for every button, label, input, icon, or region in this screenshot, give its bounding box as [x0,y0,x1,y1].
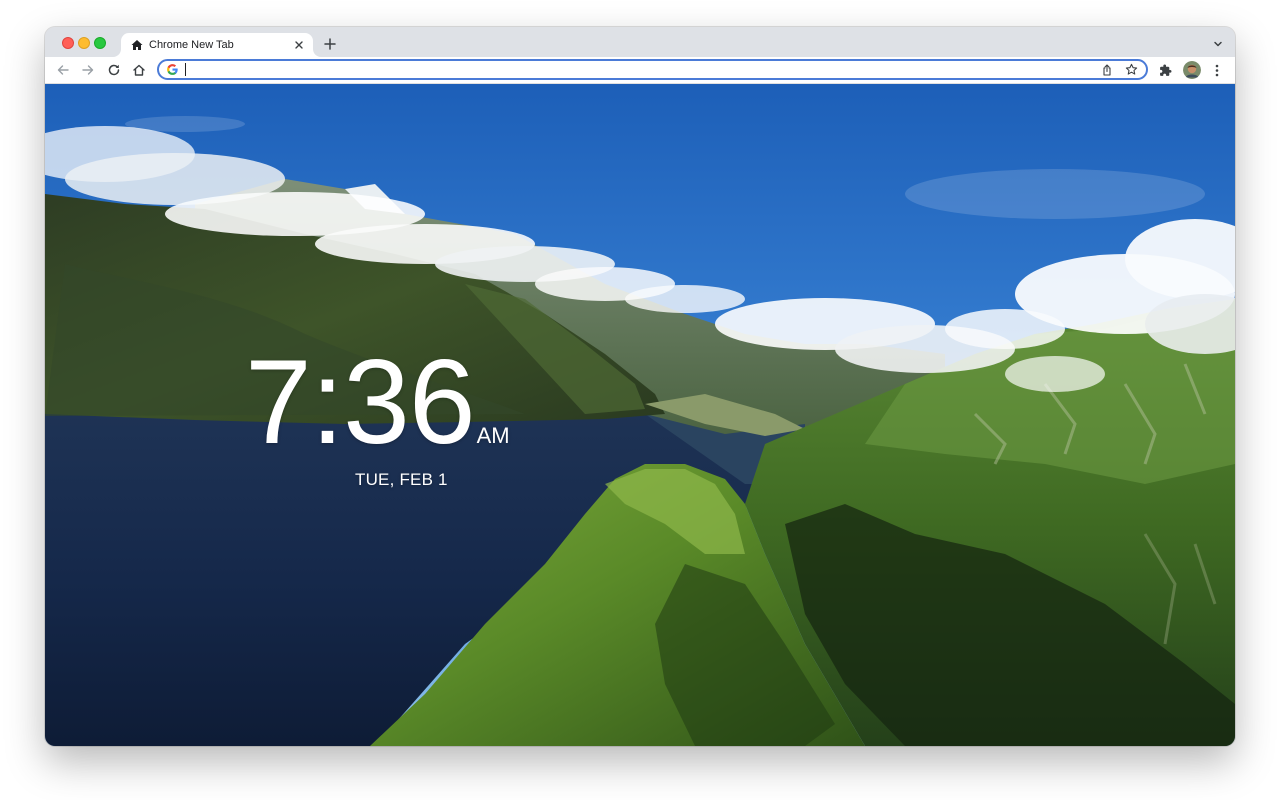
forward-arrow-icon[interactable] [80,62,96,78]
star-icon[interactable] [1125,63,1138,76]
window-minimize-button[interactable] [78,37,90,49]
text-caret [185,63,186,76]
tab-title: Chrome New Tab [149,39,234,51]
reload-icon[interactable] [106,62,122,78]
back-arrow-icon[interactable] [55,62,71,78]
clock: 7:36AM [245,342,510,462]
new-tab-plus-icon[interactable] [322,36,338,52]
tab-close-icon[interactable] [291,37,307,53]
tab-new-tab[interactable]: Chrome New Tab [121,33,313,57]
window-maximize-button[interactable] [94,37,106,49]
chevron-down-icon[interactable] [1211,37,1225,51]
wallpaper-landscape [45,84,1235,746]
clock-ampm: AM [476,423,510,448]
home-icon[interactable] [131,62,147,78]
profile-avatar[interactable] [1183,61,1201,79]
toolbar [45,57,1235,84]
share-icon[interactable] [1100,63,1113,76]
kebab-menu-icon[interactable] [1209,62,1225,78]
extensions-puzzle-icon[interactable] [1157,62,1173,78]
clock-time: 7:36 [245,335,476,469]
tab-strip: Chrome New Tab [45,27,1235,57]
clock-date: TUE, FEB 1 [355,470,448,489]
window-close-button[interactable] [62,37,74,49]
new-tab-page: 7:36AM TUE, FEB 1 [45,84,1235,746]
house-icon [130,38,144,52]
google-g-icon [166,63,179,76]
browser-window: Chrome New Tab 7:36AM TUE, FEB 1 [45,27,1235,746]
omnibox-input[interactable] [185,62,1065,77]
address-bar[interactable] [157,59,1148,80]
